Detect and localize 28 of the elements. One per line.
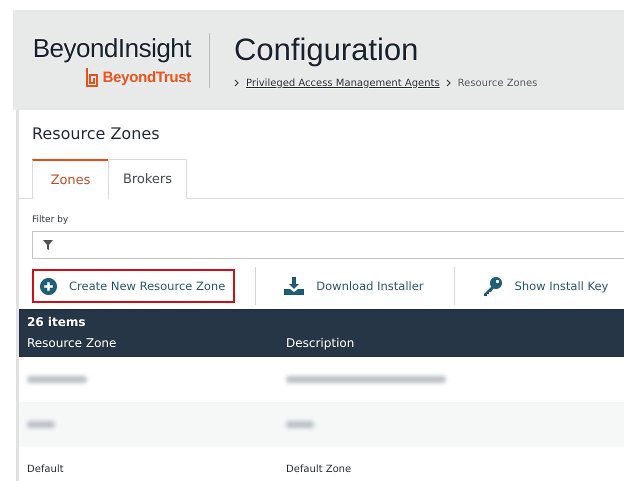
- filter-field[interactable]: [32, 231, 624, 259]
- breadcrumb-current: Resource Zones: [458, 78, 538, 88]
- chevron-icon: [234, 79, 240, 87]
- product-name: BeyondInsight: [32, 32, 191, 64]
- action-button[interactable]: Create New Resource Zone: [32, 269, 236, 303]
- tab[interactable]: Zones: [32, 159, 108, 199]
- brand-logo-icon: [84, 68, 99, 88]
- tab[interactable]: Brokers: [108, 159, 187, 199]
- panel-title: Resource Zones: [31, 124, 161, 143]
- chevron-icon: [446, 79, 452, 87]
- key-icon: [482, 276, 503, 296]
- redacted-text: [27, 421, 55, 428]
- redacted-text: [286, 421, 314, 428]
- brand-name: BeyondTrust: [102, 69, 191, 86]
- action-button[interactable]: Show Install Key: [474, 269, 618, 303]
- page-title: Configuration: [234, 32, 420, 68]
- table-cell-text: Default Zone: [286, 464, 352, 475]
- plus-circle-icon: [40, 278, 57, 294]
- redacted-text: [27, 376, 87, 383]
- download-icon: [284, 277, 304, 295]
- column-header: Resource Zone: [27, 336, 118, 350]
- filter-icon: [43, 240, 53, 250]
- filter-label: Filter by: [31, 214, 70, 225]
- action-button[interactable]: Download Installer: [276, 269, 434, 303]
- column-header: Description: [286, 336, 356, 350]
- table-cell-text: Default: [27, 464, 65, 475]
- breadcrumb-link[interactable]: Privileged Access Management Agents: [246, 78, 440, 88]
- item-count: 26 items: [27, 315, 87, 329]
